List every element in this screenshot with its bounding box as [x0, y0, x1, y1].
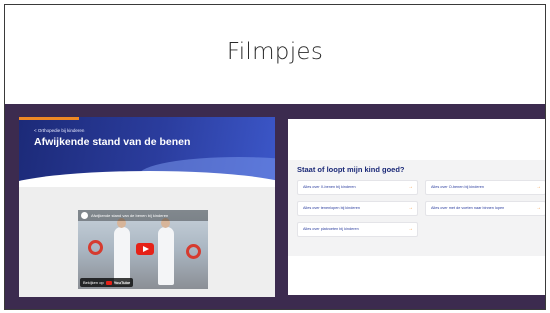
- video-embed[interactable]: Afwijkende stand van de benen bij kinder…: [78, 210, 208, 289]
- arrow-right-icon: →: [536, 184, 541, 190]
- page-title: Afwijkende stand van de benen: [34, 136, 191, 148]
- breadcrumb[interactable]: < Orthopedie bij kinderen: [34, 128, 84, 133]
- video-title-bar: Afwijkende stand van de benen bij kinder…: [78, 210, 208, 221]
- webpage-screenshot-left: < Orthopedie bij kinderen Afwijkende sta…: [19, 117, 275, 297]
- link-label: Alles over X-benen bij kinderen: [303, 185, 356, 189]
- link-card[interactable]: Alles over O-benen bij kinderen →: [425, 180, 545, 195]
- arrow-right-icon: →: [408, 184, 413, 190]
- arrow-right-icon: →: [408, 226, 413, 232]
- link-card[interactable]: Alles over X-benen bij kinderen →: [297, 180, 418, 195]
- arrow-right-icon: →: [536, 205, 541, 211]
- link-card[interactable]: Alles over platvoeten bij kinderen →: [297, 222, 418, 237]
- watch-on-youtube-button[interactable]: Bekijken op YouTube: [80, 278, 134, 287]
- hero-accent-bar: [19, 117, 79, 120]
- person-left: [114, 218, 130, 285]
- panel-heading: Staat of loopt mijn kind goed?: [297, 165, 405, 174]
- youtube-icon: [105, 280, 112, 285]
- person-right: [158, 218, 174, 285]
- play-button[interactable]: [136, 243, 154, 255]
- channel-logo-icon: [81, 212, 88, 219]
- link-card[interactable]: Alles over met de voeten naar binnen lop…: [425, 201, 545, 216]
- slide-title: Filmpjes: [226, 39, 324, 65]
- link-card[interactable]: Alles over tenenlopen bij kinderen →: [297, 201, 418, 216]
- arrow-right-icon: →: [408, 205, 413, 211]
- links-panel: Staat of loopt mijn kind goed? Alles ove…: [288, 160, 545, 256]
- link-label: Alles over O-benen bij kinderen: [431, 185, 484, 189]
- slide: Filmpjes < Orthopedie bij kinderen Afwij…: [4, 4, 546, 310]
- link-label: Alles over tenenlopen bij kinderen: [303, 206, 360, 210]
- youtube-label: YouTube: [113, 280, 131, 285]
- link-label: Alles over met de voeten naar binnen lop…: [431, 206, 505, 210]
- slide-title-area: Filmpjes: [5, 5, 545, 104]
- webpage-screenshot-right: Staat of loopt mijn kind goed? Alles ove…: [288, 119, 545, 295]
- content-band: < Orthopedie bij kinderen Afwijkende sta…: [5, 104, 545, 309]
- watch-on-label: Bekijken op: [83, 280, 104, 285]
- link-label: Alles over platvoeten bij kinderen: [303, 227, 359, 231]
- page-hero: < Orthopedie bij kinderen Afwijkende sta…: [19, 117, 275, 187]
- life-ring-left: [88, 240, 103, 255]
- video-title[interactable]: Afwijkende stand van de benen bij kinder…: [91, 213, 168, 218]
- play-icon: [143, 246, 149, 252]
- life-ring-right: [186, 244, 201, 259]
